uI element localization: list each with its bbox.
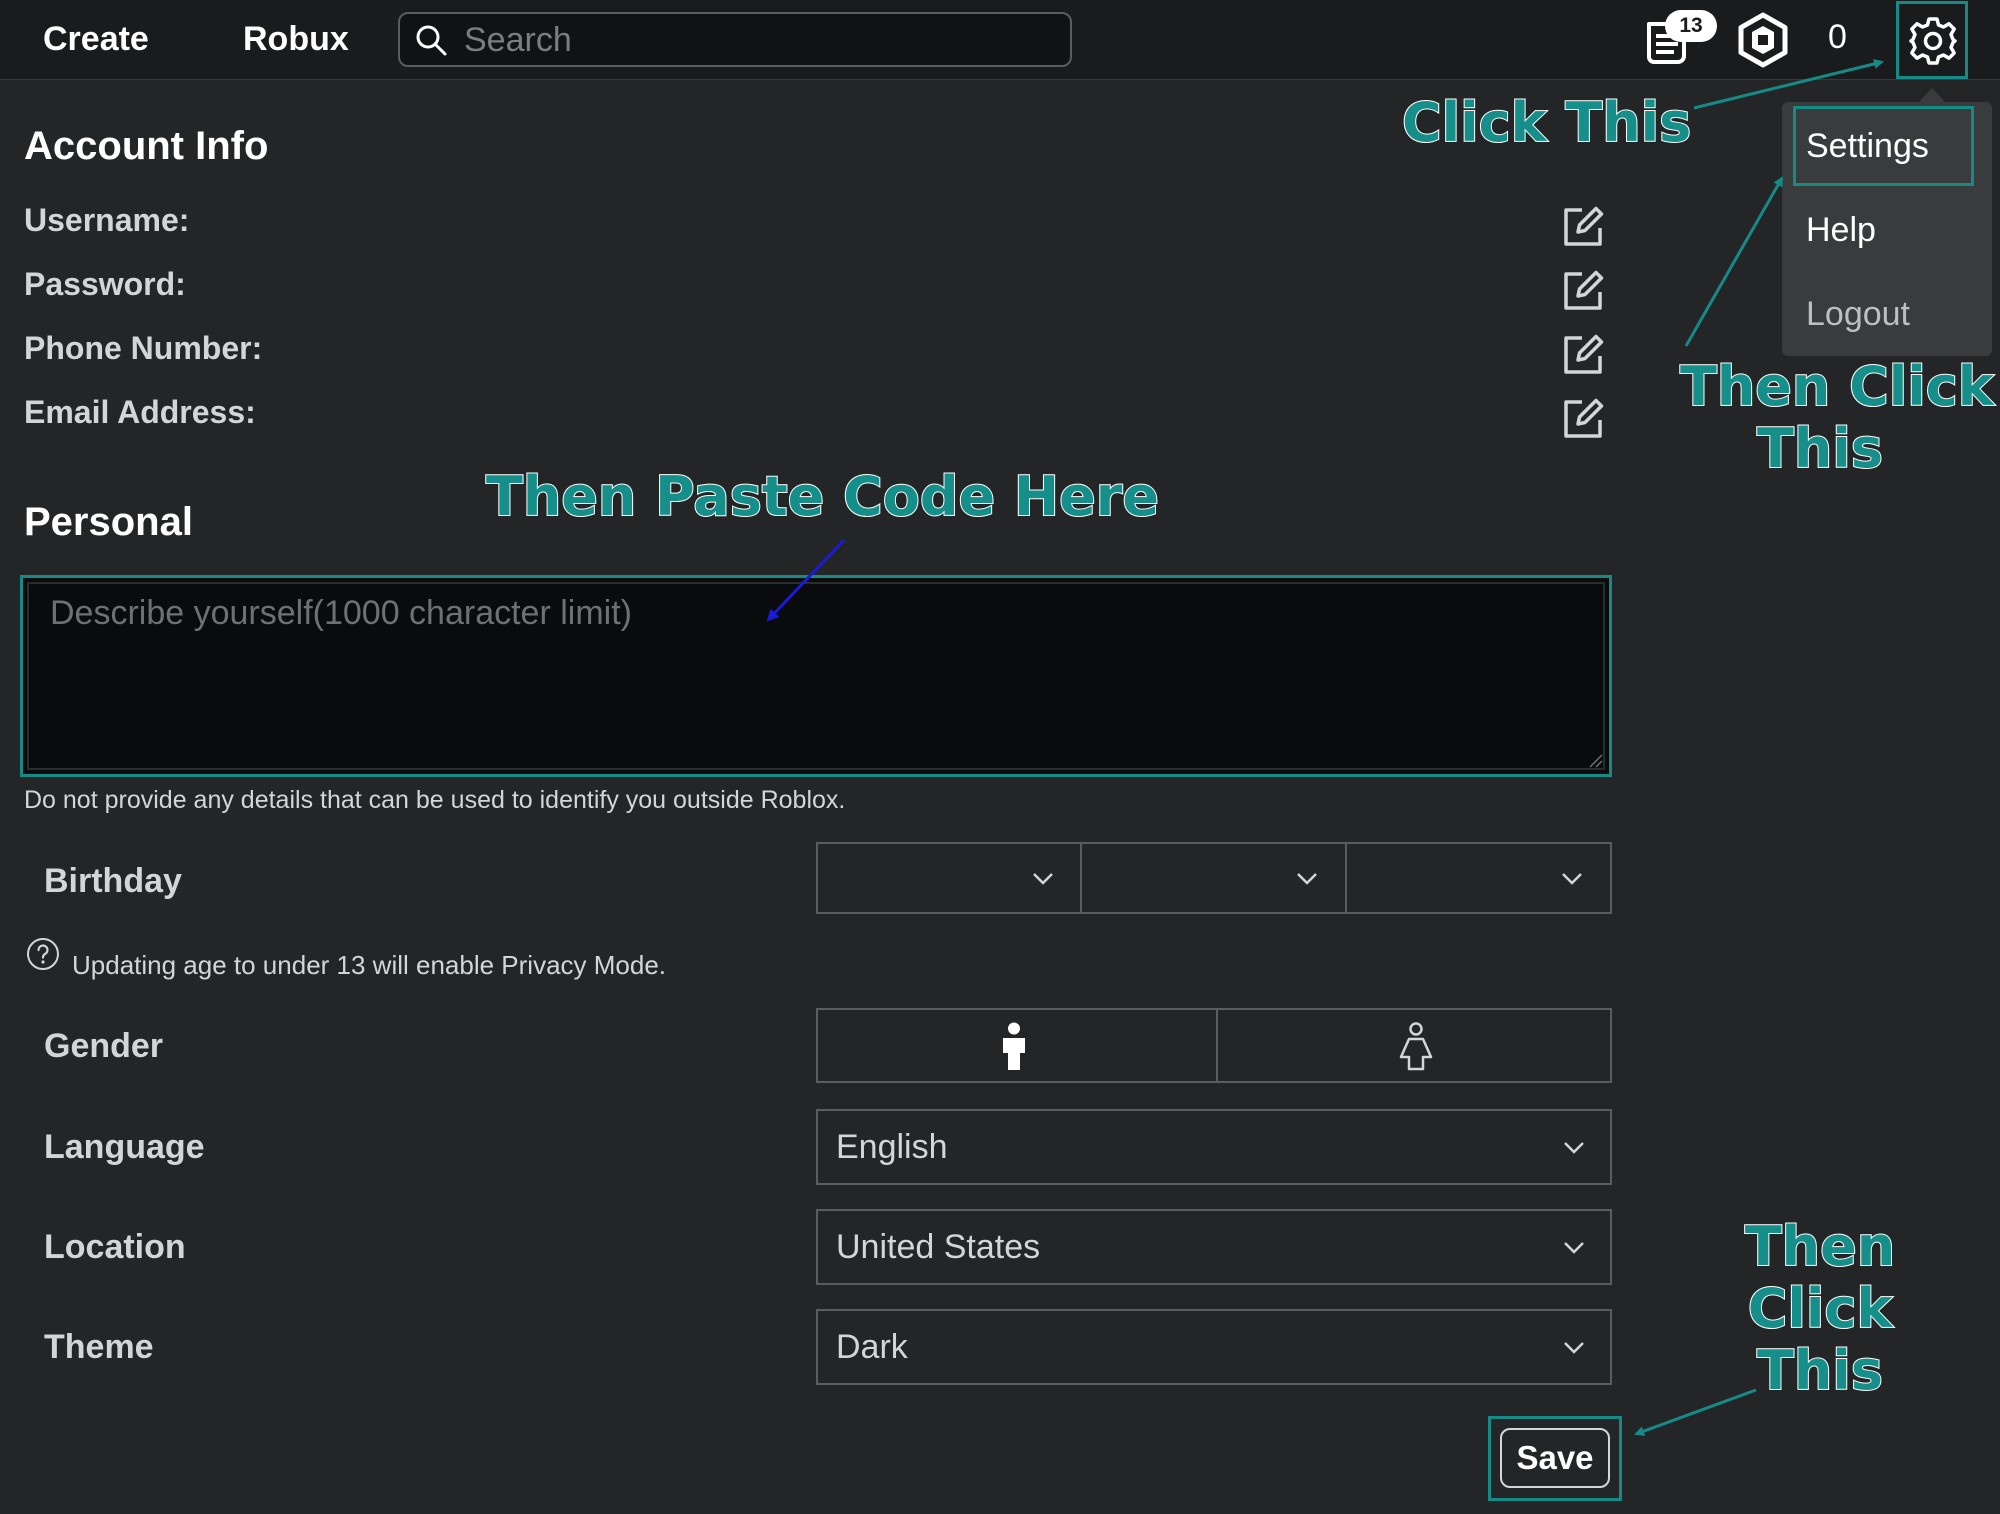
privacy-mode-help-text: Updating age to under 13 will enable Pri…	[72, 950, 667, 980]
gender-male-button[interactable]	[818, 1010, 1214, 1081]
save-button[interactable]: Save	[1500, 1428, 1610, 1488]
menu-caret	[1919, 88, 1945, 102]
resize-grip-icon[interactable]	[1587, 752, 1603, 768]
nav-create-link[interactable]: Create	[43, 20, 149, 59]
annotation-line: This	[1756, 1339, 1884, 1403]
nav-robux-link[interactable]: Robux	[243, 20, 349, 59]
gear-icon	[1909, 17, 1957, 65]
location-value: United States	[836, 1228, 1041, 1266]
account-info-title: Account Info	[24, 124, 269, 168]
search-bar[interactable]	[398, 12, 1072, 67]
phone-number-label: Phone Number:	[24, 330, 263, 366]
annotation-click-this: Click This	[1401, 90, 1692, 154]
notification-count-badge: 13	[1665, 10, 1717, 42]
language-select[interactable]: English	[816, 1109, 1612, 1185]
annotation-line: Then	[1744, 1214, 1896, 1278]
robux-balance: 0	[1828, 18, 1847, 56]
annotation-paste-code: Then Paste Code Here	[485, 464, 1160, 528]
personal-title: Personal	[24, 500, 193, 544]
password-label: Password:	[24, 266, 186, 302]
username-label: Username:	[24, 202, 190, 238]
robux-button[interactable]	[1736, 12, 1790, 68]
edit-phone-icon[interactable]	[1560, 332, 1606, 378]
male-icon	[1003, 1022, 1025, 1070]
privacy-note: Do not provide any details that can be u…	[24, 786, 846, 814]
description-textarea[interactable]	[27, 582, 1605, 770]
chevron-down-icon	[1564, 1242, 1584, 1254]
edit-password-icon[interactable]	[1560, 268, 1606, 314]
chevron-down-icon	[1562, 873, 1582, 885]
search-input[interactable]	[464, 20, 1054, 60]
annotation-line: Click	[1747, 1276, 1894, 1341]
settings-gear-button[interactable]	[1896, 1, 1968, 79]
language-label: Language	[44, 1128, 205, 1166]
gender-female-button[interactable]	[1216, 1010, 1612, 1081]
location-select[interactable]: United States	[816, 1209, 1612, 1285]
edit-username-icon[interactable]	[1560, 204, 1606, 250]
question-circle-icon[interactable]	[26, 937, 60, 971]
annotation-then-click-this-save: Then Click This	[1720, 1214, 1920, 1403]
arrow-to-settings	[1684, 176, 1784, 347]
female-icon	[1399, 1022, 1433, 1071]
chevron-down-icon	[1297, 873, 1317, 885]
birthday-year-select[interactable]	[1345, 842, 1612, 914]
gender-toggle-group	[816, 1008, 1612, 1083]
birthday-month-select[interactable]	[816, 842, 1082, 914]
annotation-line: This	[1756, 416, 1884, 481]
settings-highlight-box	[1793, 106, 1974, 186]
annotation-then-click-this-menu: Then Click This	[1679, 354, 1995, 481]
chevron-down-icon	[1564, 1142, 1584, 1154]
chevron-down-icon	[1564, 1342, 1584, 1354]
description-textarea-highlight	[20, 575, 1612, 777]
theme-value: Dark	[836, 1328, 908, 1366]
edit-email-icon[interactable]	[1560, 396, 1606, 442]
menu-item-help[interactable]: Help	[1782, 190, 1992, 270]
birthday-day-select[interactable]	[1080, 842, 1347, 914]
email-address-label: Email Address:	[24, 394, 256, 430]
chevron-down-icon	[1033, 873, 1053, 885]
birthday-label: Birthday	[44, 862, 182, 900]
menu-item-logout[interactable]: Logout	[1782, 274, 1992, 354]
top-navigation-bar: Create Robux 13 0	[0, 0, 2000, 80]
robux-icon	[1738, 12, 1788, 68]
search-icon	[416, 25, 447, 56]
theme-label: Theme	[44, 1328, 154, 1366]
language-value: English	[836, 1128, 948, 1166]
gender-label: Gender	[44, 1027, 164, 1065]
location-label: Location	[44, 1228, 186, 1266]
theme-select[interactable]: Dark	[816, 1309, 1612, 1385]
annotation-line: Then Click	[1679, 354, 1995, 418]
